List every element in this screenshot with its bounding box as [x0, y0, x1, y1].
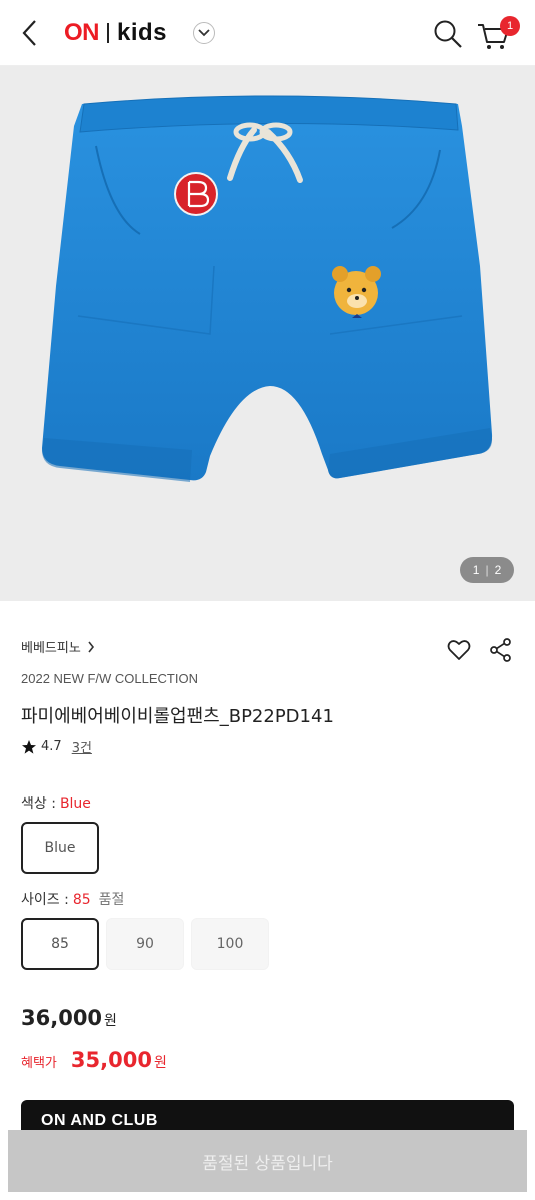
club-banner-text: ON AND CLUB: [41, 1112, 158, 1129]
size-chip-90[interactable]: 90: [106, 918, 184, 970]
brand-dropdown-button[interactable]: [193, 22, 216, 44]
size-option-label: 사이즈 :85 품절: [21, 889, 124, 909]
size-chip-100[interactable]: 100: [191, 918, 269, 970]
color-chip-blue[interactable]: Blue: [21, 822, 99, 874]
sale-label: 혜택가: [21, 1056, 57, 1071]
star-icon: [22, 739, 36, 754]
review-count-link[interactable]: 3건: [72, 737, 92, 756]
price-amount: 36,000: [21, 1006, 103, 1030]
product-illustration: [42, 95, 493, 482]
cart-button[interactable]: 1: [476, 16, 520, 52]
back-icon: [22, 20, 36, 46]
logo-on: ON: [64, 19, 100, 46]
chevron-right-icon: [88, 641, 94, 652]
brand-link[interactable]: 베베드피노: [21, 637, 95, 656]
size-label: 사이즈 :: [21, 892, 69, 908]
cart-count-badge: 1: [500, 16, 520, 36]
sale-price-row: 혜택가 35,000 원: [21, 1048, 167, 1072]
regular-price: 36,000 원: [21, 1006, 117, 1030]
wishlist-button[interactable]: [446, 637, 472, 663]
logo-divider: [107, 23, 109, 43]
rating-row: 4.7 3건: [21, 737, 92, 756]
sale-price-currency: 원: [153, 1055, 167, 1071]
back-button[interactable]: [14, 17, 46, 49]
gallery-pager: 1 | 2: [460, 557, 514, 583]
share-button[interactable]: [488, 637, 514, 663]
gallery-total: 2: [494, 563, 502, 577]
size-soldout-status: 품절: [98, 892, 125, 908]
logo-kids: kids: [117, 19, 168, 46]
size-chip-85[interactable]: 85: [21, 918, 99, 970]
search-button[interactable]: [432, 18, 464, 50]
color-label: 색상 :: [21, 796, 56, 812]
gallery-separator: |: [485, 563, 489, 577]
top-header: ON kids 1: [0, 0, 535, 66]
sale-price-amount: 35,000: [70, 1048, 152, 1072]
color-selected-value: Blue: [59, 796, 91, 812]
color-option-label: 색상 : Blue: [21, 793, 91, 813]
chevron-down-icon: [198, 29, 210, 37]
size-selected-value: 85: [72, 892, 91, 908]
search-icon: [434, 20, 462, 48]
heart-icon: [447, 640, 471, 660]
gallery-current: 1: [472, 563, 480, 577]
share-icon: [490, 638, 511, 662]
rating-value: 4.7: [41, 739, 62, 754]
price-currency: 원: [104, 1013, 117, 1029]
product-image[interactable]: [0, 66, 535, 601]
soldout-cta-button[interactable]: 품절된 상품입니다: [8, 1130, 527, 1192]
app-logo[interactable]: ON kids: [64, 17, 216, 49]
brand-name: 베베드피노: [21, 641, 81, 656]
collection-label: 2022 NEW F/W COLLECTION: [21, 671, 198, 686]
product-name: 파미에베어베이비롤업팬츠_BP22PD141: [21, 706, 334, 727]
